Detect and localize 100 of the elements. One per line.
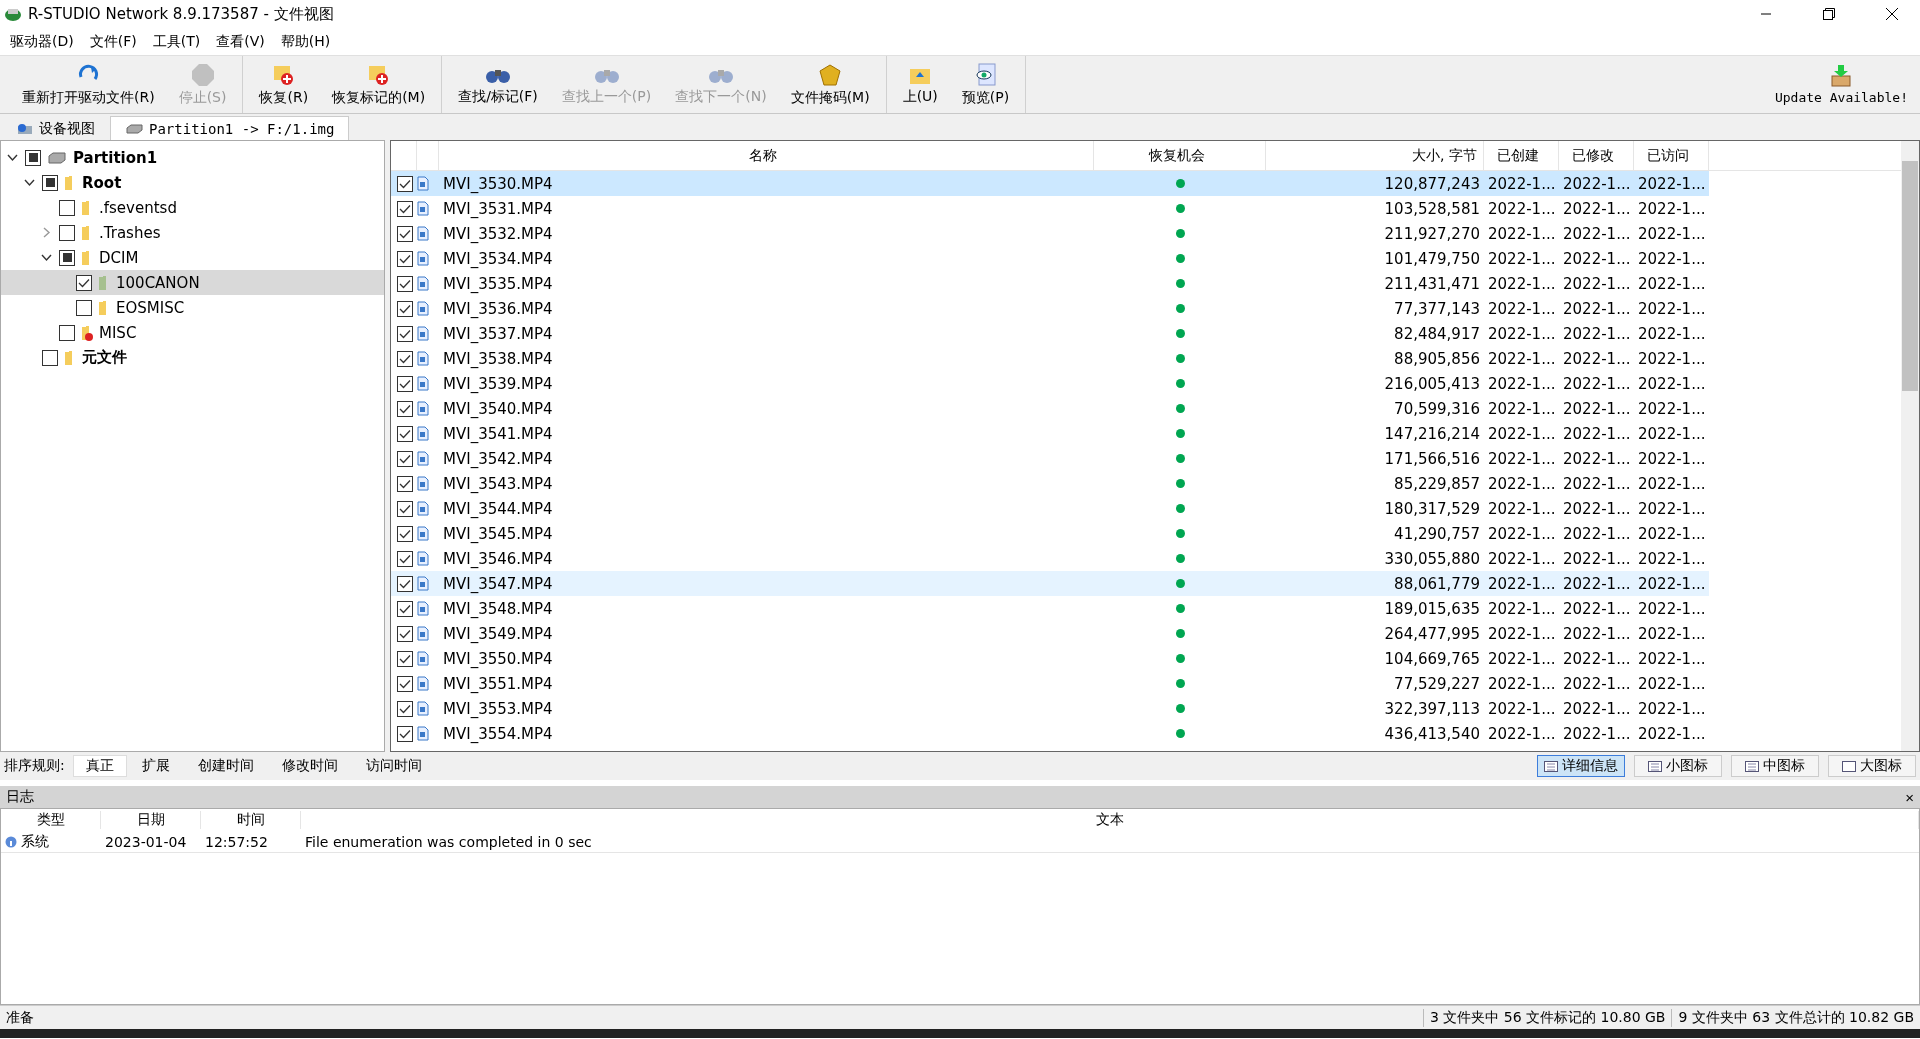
tree-item[interactable]: .Trashes bbox=[99, 223, 161, 242]
column-header[interactable]: 时间 bbox=[201, 811, 301, 829]
toolbar-button[interactable]: 上(U) bbox=[890, 56, 950, 113]
file-name[interactable]: MVI_3546.MP4 bbox=[439, 549, 1094, 568]
menu-item[interactable]: 查看(V) bbox=[208, 32, 273, 51]
toolbar-button[interactable]: 文件掩码(M) bbox=[778, 56, 882, 113]
checkbox[interactable] bbox=[397, 325, 413, 342]
file-name[interactable]: MVI_3534.MP4 bbox=[439, 249, 1094, 268]
column-header[interactable]: 已访问 bbox=[1634, 141, 1709, 170]
checkbox[interactable] bbox=[397, 425, 413, 442]
file-name[interactable]: MVI_3539.MP4 bbox=[439, 374, 1094, 393]
file-name[interactable]: MVI_3545.MP4 bbox=[439, 524, 1094, 543]
view-button[interactable]: 大图标 bbox=[1828, 755, 1916, 777]
toolbar-button[interactable]: 恢复(R) bbox=[247, 56, 321, 113]
tree-item[interactable]: Root bbox=[82, 173, 122, 192]
file-name[interactable]: MVI_3540.MP4 bbox=[439, 399, 1094, 418]
sort-option[interactable]: 创建时间 bbox=[184, 755, 267, 777]
view-button[interactable]: 中图标 bbox=[1731, 755, 1819, 777]
column-header[interactable]: 大小, 字节 bbox=[1266, 141, 1484, 170]
expander-icon[interactable] bbox=[6, 152, 18, 163]
file-name[interactable]: MVI_3535.MP4 bbox=[439, 274, 1094, 293]
file-name[interactable]: MVI_3547.MP4 bbox=[439, 574, 1094, 593]
checkbox[interactable] bbox=[59, 199, 75, 216]
tree-item[interactable]: EOSMISC bbox=[116, 298, 185, 317]
column-header[interactable]: 已修改 bbox=[1559, 141, 1634, 170]
checkbox[interactable] bbox=[397, 700, 413, 717]
checkbox[interactable] bbox=[397, 500, 413, 517]
view-button[interactable]: 详细信息 bbox=[1537, 755, 1625, 777]
checkbox[interactable] bbox=[397, 575, 413, 592]
close-icon[interactable] bbox=[1885, 8, 1898, 20]
column-header[interactable]: 恢复机会 bbox=[1094, 141, 1266, 170]
toolbar-button[interactable]: 查找/标记(F) bbox=[446, 56, 550, 113]
checkbox[interactable] bbox=[42, 349, 58, 366]
sort-option[interactable]: 扩展 bbox=[128, 755, 183, 777]
column-header[interactable]: 类型 bbox=[1, 811, 101, 829]
sort-option[interactable]: 访问时间 bbox=[352, 755, 435, 777]
checkbox[interactable] bbox=[397, 400, 413, 417]
expander-icon[interactable] bbox=[40, 252, 52, 263]
toolbar-button[interactable]: 恢复标记的(M) bbox=[320, 56, 438, 113]
tab[interactable]: Partition1 -> F:/1.img bbox=[110, 116, 350, 140]
file-name[interactable]: MVI_3551.MP4 bbox=[439, 674, 1094, 693]
expander-icon[interactable] bbox=[23, 177, 35, 188]
file-name[interactable]: MVI_3544.MP4 bbox=[439, 499, 1094, 518]
tree-item[interactable]: 元文件 bbox=[82, 348, 127, 367]
file-name[interactable]: MVI_3543.MP4 bbox=[439, 474, 1094, 493]
menu-item[interactable]: 文件(F) bbox=[81, 32, 145, 51]
file-name[interactable]: MVI_3536.MP4 bbox=[439, 299, 1094, 318]
tree-item[interactable]: MISC bbox=[99, 323, 137, 342]
checkbox[interactable] bbox=[397, 450, 413, 467]
checkbox[interactable] bbox=[397, 625, 413, 642]
column-header[interactable]: 已创建 bbox=[1484, 141, 1559, 170]
menu-item[interactable]: 工具(T) bbox=[144, 32, 209, 51]
file-name[interactable]: MVI_3531.MP4 bbox=[439, 199, 1094, 218]
file-name[interactable]: MVI_3550.MP4 bbox=[439, 649, 1094, 668]
checkbox[interactable] bbox=[397, 600, 413, 617]
restore-icon[interactable] bbox=[1822, 8, 1835, 20]
toolbar-button[interactable]: 重新打开驱动文件(R) bbox=[10, 56, 167, 113]
checkbox[interactable] bbox=[397, 375, 413, 392]
file-name[interactable]: MVI_3538.MP4 bbox=[439, 349, 1094, 368]
close-button[interactable]: × bbox=[1905, 788, 1914, 806]
scrollbar[interactable] bbox=[1901, 141, 1919, 751]
menu-item[interactable]: 帮助(H) bbox=[272, 32, 339, 51]
checkbox[interactable] bbox=[397, 225, 413, 242]
column-header[interactable]: 日期 bbox=[101, 811, 201, 829]
file-name[interactable]: MVI_3549.MP4 bbox=[439, 624, 1094, 643]
checkbox[interactable] bbox=[397, 550, 413, 567]
sort-option[interactable]: 真正 bbox=[72, 755, 127, 777]
tree-item[interactable]: .fseventsd bbox=[99, 198, 177, 217]
checkbox[interactable] bbox=[76, 299, 92, 316]
tree-item[interactable]: 100CANON bbox=[116, 273, 200, 292]
checkbox[interactable] bbox=[397, 200, 413, 217]
checkbox[interactable] bbox=[42, 174, 58, 191]
file-name[interactable]: MVI_3537.MP4 bbox=[439, 324, 1094, 343]
file-name[interactable]: MVI_3553.MP4 bbox=[439, 699, 1094, 718]
menu-item[interactable]: 驱动器(D) bbox=[2, 32, 82, 51]
checkbox[interactable] bbox=[397, 650, 413, 667]
checkbox[interactable] bbox=[76, 274, 92, 291]
checkbox[interactable] bbox=[25, 149, 41, 166]
checkbox[interactable] bbox=[397, 475, 413, 492]
checkbox[interactable] bbox=[59, 249, 75, 266]
file-name[interactable]: MVI_3541.MP4 bbox=[439, 424, 1094, 443]
view-button[interactable]: 小图标 bbox=[1634, 755, 1722, 777]
file-name[interactable]: MVI_3532.MP4 bbox=[439, 224, 1094, 243]
checkbox[interactable] bbox=[397, 725, 413, 742]
checkbox[interactable] bbox=[397, 175, 413, 192]
checkbox[interactable] bbox=[397, 300, 413, 317]
checkbox[interactable] bbox=[397, 350, 413, 367]
file-name[interactable]: MVI_3542.MP4 bbox=[439, 449, 1094, 468]
toolbar-button[interactable]: 预览(P) bbox=[949, 56, 1022, 113]
checkbox[interactable] bbox=[397, 275, 413, 292]
tree-item[interactable]: Partition1 bbox=[73, 148, 158, 167]
tree-item[interactable]: DCIM bbox=[99, 248, 139, 267]
checkbox[interactable] bbox=[397, 525, 413, 542]
checkbox[interactable] bbox=[397, 675, 413, 692]
file-name[interactable]: MVI_3530.MP4 bbox=[439, 174, 1094, 193]
checkbox[interactable] bbox=[59, 324, 75, 341]
checkbox[interactable] bbox=[59, 224, 75, 241]
column-header[interactable]: 名称 bbox=[439, 141, 1094, 170]
checkbox[interactable] bbox=[397, 250, 413, 267]
update-button[interactable]: Update Available! bbox=[1762, 56, 1920, 113]
